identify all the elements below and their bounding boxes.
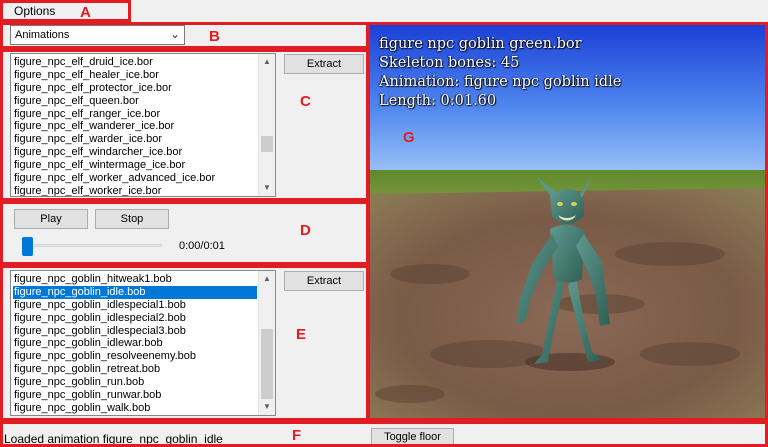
list-item[interactable]: figure_npc_elf_wanderer_ice.bor (13, 120, 257, 133)
skeleton-list[interactable]: figure_npc_elf_druid_ice.bor figure_npc_e… (10, 53, 276, 197)
dropdown-selected-value: Animations (15, 29, 70, 41)
list-item[interactable]: figure_npc_goblin_idle.bob (13, 285, 257, 299)
list-item[interactable]: figure_npc_goblin_idlespecial1.bob (13, 299, 257, 312)
skeleton-list-scrollbar[interactable]: ▲ ▼ (258, 54, 275, 196)
list-item[interactable]: figure_npc_goblin_idlespecial3.bob (13, 325, 257, 338)
viewport-bone-count: Skeleton bones: 45 (379, 55, 520, 71)
extract-animation-button[interactable]: Extract (284, 271, 364, 291)
annotation-label-g: G (403, 129, 415, 146)
3d-viewport[interactable]: figure npc goblin green.bor Skeleton bon… (370, 24, 767, 420)
list-item[interactable]: figure_npc_goblin_resolveenemy.bob (13, 350, 257, 363)
viewport-model-name: figure npc goblin green.bor (379, 36, 582, 52)
list-item[interactable]: figure_npc_goblin_runwar.bob (13, 389, 257, 402)
toggle-floor-button[interactable]: Toggle floor (371, 428, 454, 446)
scrollbar-thumb[interactable] (261, 136, 273, 152)
list-item[interactable]: figure_npc_elf_worker_advanced_ice.bor (13, 172, 257, 185)
playback-time: 0:00/0:01 (179, 240, 225, 252)
triangle-up-icon[interactable]: ▲ (259, 54, 275, 70)
annotation-label-f: F (292, 427, 302, 444)
annotation-label-e: E (296, 326, 307, 343)
list-item[interactable]: figure_npc_elf_windarcher_ice.bor (13, 146, 257, 159)
extract-skeleton-button[interactable]: Extract (284, 54, 364, 74)
list-item[interactable]: figure_npc_elf_healer_ice.bor (13, 69, 257, 82)
stop-button[interactable]: Stop (95, 209, 169, 229)
animation-list[interactable]: figure_npc_goblin_hitweak1.bob figure_npc… (10, 270, 276, 416)
list-item[interactable]: figure_npc_elf_worker_ice.bor (13, 185, 257, 196)
list-item[interactable]: figure_npc_elf_ranger_ice.bor (13, 108, 257, 121)
status-text: Loaded animation figure_npc_goblin_idle (4, 432, 223, 446)
list-item[interactable]: figure_npc_goblin_retreat.bob (13, 363, 257, 376)
play-button[interactable]: Play (14, 209, 88, 229)
list-item[interactable]: figure_npc_elf_queen.bor (13, 95, 257, 108)
animation-list-scrollbar[interactable]: ▲ ▼ (258, 271, 275, 415)
chevron-down-icon: ⌄ (169, 27, 180, 41)
annotation-label-d: D (300, 222, 311, 239)
options-menu[interactable]: Options (2, 0, 63, 20)
list-item[interactable]: figure_npc_elf_protector_ice.bor (13, 82, 257, 95)
annotation-label-c: C (300, 93, 311, 110)
triangle-down-icon[interactable]: ▼ (259, 180, 275, 196)
viewport-animation-length: Length: 0:01.60 (379, 93, 497, 109)
list-item[interactable]: figure_npc_elf_druid_ice.bor (13, 56, 257, 69)
annotation-label-a: A (80, 4, 91, 21)
scrollbar-thumb[interactable] (261, 329, 273, 399)
list-item[interactable]: figure_npc_elf_wintermage_ice.bor (13, 159, 257, 172)
annotation-label-b: B (209, 28, 220, 45)
triangle-down-icon[interactable]: ▼ (259, 399, 275, 415)
skeleton-type-dropdown[interactable]: Animations ⌄ (10, 25, 185, 45)
list-item[interactable]: figure_npc_goblin_walk.bob (13, 402, 257, 415)
playback-slider-thumb[interactable] (22, 237, 33, 256)
list-item[interactable]: figure_npc_elf_warder_ice.bor (13, 133, 257, 146)
list-item[interactable]: figure_npc_goblin_idlespecial2.bob (13, 312, 257, 325)
triangle-up-icon[interactable]: ▲ (259, 271, 275, 287)
list-item[interactable]: figure_npc_goblin_hitweak1.bob (13, 273, 257, 286)
playback-slider-track[interactable] (26, 244, 162, 247)
list-item[interactable]: figure_npc_goblin_run.bob (13, 376, 257, 389)
list-item[interactable]: figure_npc_goblin_idlewar.bob (13, 337, 257, 350)
viewport-animation-name: Animation: figure npc goblin idle (379, 74, 622, 90)
